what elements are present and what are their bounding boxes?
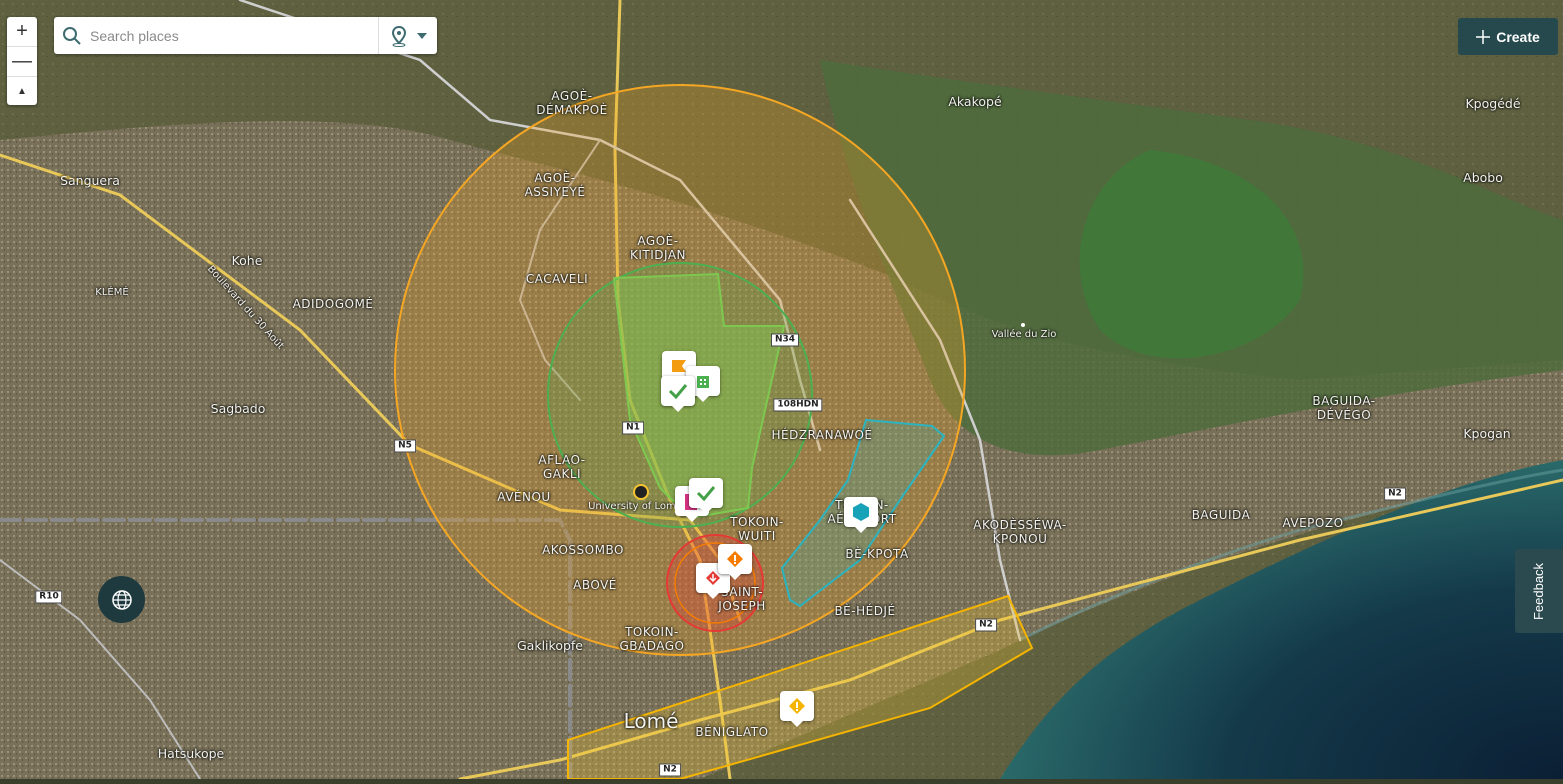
place-label: ABOVÉ bbox=[573, 578, 617, 592]
road-shield: N2 bbox=[975, 618, 997, 632]
hexagon-icon bbox=[853, 503, 869, 521]
place-label: AFLAO- GAKLI bbox=[538, 453, 586, 481]
check-icon bbox=[668, 384, 688, 399]
place-label: AGOÈ- KITIDJAN bbox=[629, 234, 687, 262]
place-label: BAGUIDA- DÉVÉGO bbox=[1312, 394, 1376, 422]
place-label: AVÉNOU bbox=[497, 490, 551, 504]
location-dropdown-button[interactable] bbox=[379, 25, 437, 47]
place-label: Akakopé bbox=[948, 94, 1002, 109]
place-label: Gaklikopfe bbox=[517, 638, 583, 653]
place-label: AGOÈ- DÉMAKPOÈ bbox=[536, 89, 608, 117]
check-marker-1[interactable] bbox=[661, 376, 695, 412]
place-label: HÉDZRANAWOÉ bbox=[771, 428, 873, 442]
place-label: Abobo bbox=[1463, 170, 1503, 185]
place-label: TOKOIN- GBADAGO bbox=[619, 625, 685, 653]
place-label: KLÉMÉ bbox=[95, 287, 129, 298]
place-label: Sagbado bbox=[210, 401, 266, 416]
check-icon bbox=[696, 486, 716, 501]
road-shield: 108HDN bbox=[773, 398, 823, 412]
road-shield: N2 bbox=[659, 763, 681, 777]
road-shield: R10 bbox=[35, 590, 63, 604]
poi-label: University of Lomé bbox=[588, 501, 682, 512]
warning-icon bbox=[727, 551, 743, 567]
map-controls: + — ▲ bbox=[7, 17, 37, 105]
compass-button[interactable]: ▲ bbox=[7, 77, 37, 106]
road-shield: N1 bbox=[622, 421, 644, 435]
place-label: BÉNIGLATO bbox=[695, 725, 769, 739]
map-layer bbox=[0, 0, 1563, 781]
zoom-in-button[interactable]: + bbox=[7, 17, 37, 47]
place-label: ADIDOGOMÉ bbox=[292, 297, 374, 311]
place-label: AKODÈSSÉWA- KPONOU bbox=[973, 518, 1067, 546]
place-label: Sanguera bbox=[60, 173, 120, 188]
feedback-tab[interactable]: Feedback bbox=[1515, 549, 1563, 633]
place-label: Kpogan bbox=[1463, 426, 1511, 441]
create-button-label: Create bbox=[1496, 28, 1540, 45]
place-label: AKOSSOMBO bbox=[542, 543, 624, 557]
map-canvas[interactable]: AGOÈ- DÉMAKPOÈ AGOÈ- ASSIYEYÉ AGOÈ- KITI… bbox=[0, 0, 1563, 781]
warning-orange-marker[interactable] bbox=[718, 544, 752, 580]
warning-icon bbox=[789, 698, 805, 714]
place-label: Kpogédé bbox=[1465, 96, 1521, 111]
check-marker-2[interactable] bbox=[689, 478, 723, 514]
zoom-out-button[interactable]: — bbox=[7, 47, 37, 77]
place-label: Hatsukope bbox=[157, 746, 225, 761]
create-button[interactable]: Create bbox=[1458, 18, 1558, 55]
graduation-cap-icon[interactable] bbox=[633, 484, 649, 500]
location-pin-icon bbox=[391, 25, 407, 47]
chevron-down-icon bbox=[417, 32, 427, 39]
place-label: CACAVELI bbox=[525, 272, 589, 286]
building-icon bbox=[697, 376, 709, 388]
place-label: TOKOIN- WUITI bbox=[730, 515, 784, 543]
globe-icon bbox=[111, 589, 132, 610]
search-bar bbox=[54, 17, 437, 54]
place-label: BÈ-HÉDJÉ bbox=[834, 604, 896, 618]
hexagon-marker[interactable] bbox=[844, 497, 878, 533]
place-label: AVEPOZO bbox=[1282, 516, 1344, 530]
place-label: Vallée du Zio bbox=[991, 329, 1057, 340]
road-shield: N2 bbox=[1384, 487, 1406, 501]
plus-icon bbox=[1476, 29, 1491, 44]
globe-button[interactable] bbox=[98, 576, 145, 623]
place-label: AGOÈ- ASSIYEYÉ bbox=[524, 171, 586, 199]
feedback-label: Feedback bbox=[1531, 562, 1547, 620]
road-shield: N5 bbox=[394, 439, 416, 453]
road-shield: N34 bbox=[770, 333, 800, 347]
city-label: Lomé bbox=[623, 709, 679, 733]
search-icon bbox=[63, 26, 81, 45]
place-dot-icon bbox=[1021, 323, 1025, 327]
place-label: Kohe bbox=[231, 253, 263, 268]
place-label: BAGUIDA bbox=[1191, 508, 1251, 522]
warning-yellow-marker[interactable] bbox=[780, 691, 814, 727]
place-label: BÈ-KPOTA bbox=[845, 547, 909, 561]
search-input[interactable] bbox=[88, 17, 378, 54]
